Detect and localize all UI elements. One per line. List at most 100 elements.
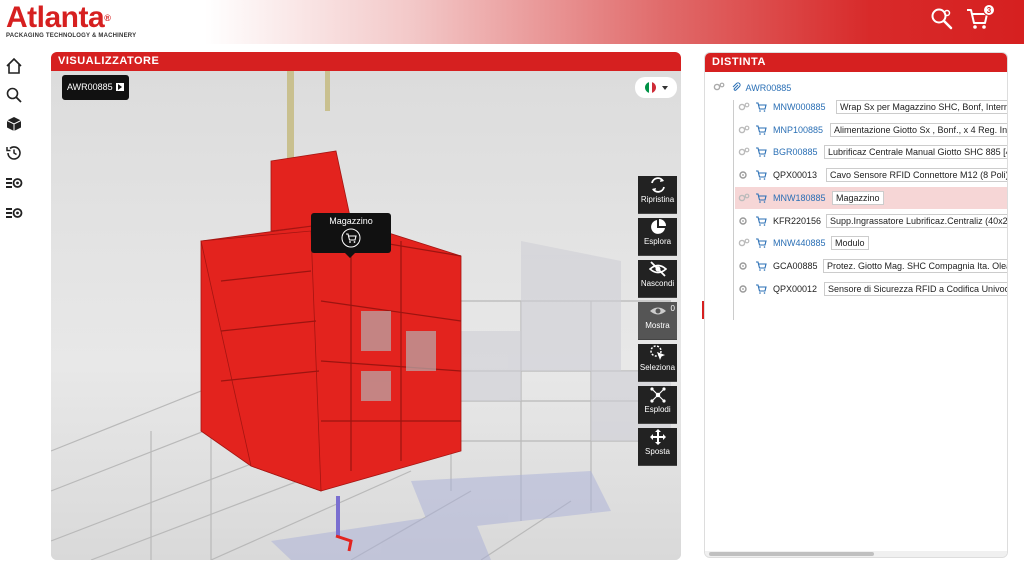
tool-label: Nascondi [640, 279, 675, 288]
history-icon[interactable] [5, 144, 23, 162]
gear-icon[interactable] [738, 102, 750, 112]
gear-icon[interactable] [738, 284, 750, 294]
cart-icon[interactable] [755, 102, 767, 112]
bom-title: DISTINTA [705, 53, 1007, 72]
home-icon[interactable] [5, 57, 23, 75]
tool-label: Sposta [645, 447, 670, 456]
language-selector[interactable] [635, 77, 677, 98]
part-description: Sensore di Sicurezza RFID a Codifica Uni… [824, 281, 1007, 296]
part-description: Modulo [831, 236, 869, 251]
bom-row[interactable]: MNP100885 Alimentazione Giotto Sx , Bonf.… [735, 119, 1007, 141]
3d-viewport[interactable]: AWR00885 Magazzino Ripristina Esplora Na… [51, 71, 681, 560]
hide-button[interactable]: Nascondi [638, 260, 677, 298]
box-icon[interactable] [5, 115, 23, 133]
model-code-badge[interactable]: AWR00885 [62, 75, 129, 100]
move-button[interactable]: Sposta [638, 428, 677, 466]
cart-icon[interactable] [755, 193, 767, 203]
tree-line [733, 100, 734, 320]
part-code[interactable]: KFR220156 [773, 210, 821, 232]
tool-label: Mostra [645, 321, 670, 330]
explore-button[interactable]: Esplora [638, 218, 677, 256]
part-description: Magazzino [832, 190, 884, 205]
machine-icon[interactable] [5, 204, 23, 222]
cart-icon[interactable] [755, 284, 767, 294]
gear-icon [713, 82, 725, 91]
explode-icon [649, 387, 666, 403]
cart-icon[interactable] [755, 170, 767, 180]
italy-flag-icon [645, 82, 656, 93]
eye-icon [649, 307, 666, 315]
cart-icon[interactable] [755, 261, 767, 271]
brand-reg: ® [104, 13, 111, 23]
part-code[interactable]: MNW180885 [773, 187, 826, 209]
tooltip-label: Magazzino [329, 216, 373, 226]
brand-name: Atlanta [6, 1, 105, 34]
gear-icon[interactable] [738, 216, 750, 226]
part-code[interactable]: BGR00885 [773, 141, 818, 163]
part-description: Wrap Sx per Magazzino SHC, Bonf, Interna… [836, 100, 1007, 114]
bom-row[interactable]: GCA00885 Protez. Giotto Mag. SHC Compagni… [735, 255, 1007, 277]
part-code[interactable]: MNP100885 [773, 119, 823, 141]
tool-label: Ripristina [640, 195, 675, 204]
tool-label: Esplodi [644, 405, 671, 414]
bom-row[interactable]: QPX00013 Cavo Sensore RFID Connettore M12… [735, 164, 1007, 186]
part-code[interactable]: MNW440885 [773, 232, 826, 254]
viewer-title: VISUALIZZATORE [51, 52, 681, 71]
bom-row[interactable]: BGR00885 Lubrificaz Centrale Manual Giott… [735, 141, 1007, 163]
part-description: Protez. Giotto Mag. SHC Compagnia Ita. O… [823, 258, 1007, 273]
brand-tagline: PACKAGING TECHNOLOGY & MACHINERY [6, 33, 137, 39]
select-button[interactable]: Seleziona [638, 344, 677, 382]
select-icon [649, 345, 665, 360]
cart-count-badge: 3 [983, 4, 995, 16]
chevron-down-icon [662, 86, 668, 90]
part-code[interactable]: QPX00013 [773, 164, 817, 186]
reset-button[interactable]: Ripristina [638, 176, 677, 214]
bom-row[interactable]: MNW440885 Modulo [735, 232, 1007, 254]
move-icon [649, 429, 666, 445]
machine-3d-render[interactable] [51, 71, 681, 560]
bom-row[interactable]: KFR220156 Supp.Ingrassatore Lubrificaz.Ce… [735, 210, 1007, 232]
gear-icon[interactable] [738, 261, 750, 271]
part-description: Alimentazione Giotto Sx , Bonf., x 4 Reg… [830, 122, 1007, 137]
show-button[interactable]: Mostra 0 [638, 302, 677, 340]
horizontal-scrollbar[interactable] [705, 551, 1007, 557]
viewer-panel: VISUALIZZATORE AWR00885 Magazzino Ripris… [51, 52, 681, 560]
bom-row[interactable]: MNW000885 Wrap Sx per Magazzino SHC, Bonf… [735, 96, 1007, 118]
machine-icon[interactable] [5, 174, 23, 192]
part-code[interactable]: GCA00885 [773, 255, 818, 277]
cart-icon[interactable] [755, 125, 767, 135]
viewer-toolbar: Ripristina Esplora Nascondi Mostra 0 Sel… [638, 172, 677, 466]
gear-icon[interactable] [738, 170, 750, 180]
brand-logo[interactable]: Atlanta® PACKAGING TECHNOLOGY & MACHINER… [6, 1, 137, 40]
part-code[interactable]: MNW000885 [773, 96, 826, 118]
gear-icon[interactable] [738, 193, 750, 203]
cart-icon[interactable] [755, 147, 767, 158]
play-icon [115, 83, 124, 91]
tree-root[interactable]: AWR00885 [713, 82, 791, 94]
gear-icon[interactable] [738, 147, 750, 157]
explode-button[interactable]: Esplodi [638, 386, 677, 424]
part-code[interactable]: QPX00012 [773, 278, 817, 300]
part-description: Lubrificaz Centrale Manual Giotto SHC 88… [824, 145, 1007, 160]
pie-icon [650, 219, 666, 234]
cart-icon[interactable] [755, 238, 767, 248]
cart-icon[interactable] [341, 228, 361, 248]
paperclip-icon [732, 82, 741, 91]
part-description: Cavo Sensore RFID Connettore M12 (8 Poli… [826, 168, 1007, 183]
bom-panel: DISTINTA AWR00885 MNW000885 Wrap Sx per M… [704, 52, 1008, 558]
tool-label: Seleziona [639, 363, 676, 372]
model-code: AWR00885 [67, 82, 113, 92]
part-description: Supp.Ingrassatore Lubrificaz.Centraliz (… [826, 213, 1007, 228]
gear-icon[interactable] [738, 125, 750, 135]
bom-tree: AWR00885 MNW000885 Wrap Sx per Magazzino … [705, 72, 1007, 557]
search-icon[interactable] [5, 86, 23, 104]
eye-off-icon [648, 261, 667, 277]
search-settings-icon[interactable] [930, 7, 954, 31]
bom-row[interactable]: QPX00012 Sensore di Sicurezza RFID a Codi… [735, 278, 1007, 300]
bom-row[interactable]: MNW180885 Magazzino [735, 186, 1007, 209]
root-code: AWR00885 [745, 83, 792, 93]
part-tooltip: Magazzino [311, 213, 391, 258]
cart-icon[interactable] [755, 215, 767, 226]
cart-icon[interactable]: 3 [965, 4, 995, 31]
gear-icon[interactable] [738, 238, 750, 248]
